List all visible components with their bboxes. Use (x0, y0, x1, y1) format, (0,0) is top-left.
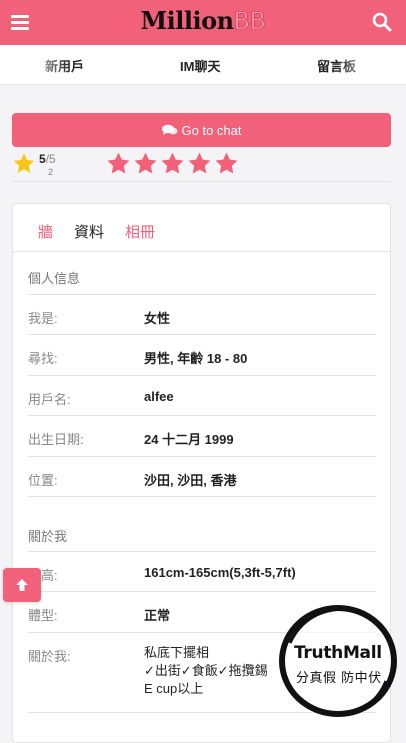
birthdate-value: 24 十二月 1999 (144, 432, 234, 447)
location-label: 位置: (28, 473, 58, 488)
row-divider (28, 415, 376, 416)
row-divider (28, 496, 376, 497)
tab-wall[interactable]: 牆 (38, 221, 53, 242)
nav-bar: 新用戶 IM聊天 留言板 (0, 45, 406, 85)
nav-item-new-users[interactable]: 新用戶 (45, 56, 84, 75)
rating-star-icon[interactable] (187, 151, 212, 176)
rating-star-icon[interactable] (214, 151, 239, 176)
row-divider (28, 375, 376, 376)
rating-count: 2 (48, 167, 54, 177)
scroll-to-top-button[interactable] (3, 568, 41, 602)
search-icon[interactable] (372, 12, 392, 32)
location-value: 沙田, 沙田, 香港 (144, 473, 237, 488)
go-to-chat-button[interactable]: Go to chat (12, 113, 391, 147)
tab-profile[interactable]: 資料 (74, 221, 104, 242)
height-value: 161cm-165cm(5,3ft-5,7ft) (144, 565, 296, 580)
about-me-label: 關於我: (28, 649, 71, 664)
body-type-label: 體型: (28, 608, 58, 623)
row-divider (28, 334, 376, 335)
birthdate-label: 出生日期: (28, 432, 84, 447)
arrow-up-icon (16, 579, 28, 591)
rating-star-icon[interactable] (106, 151, 131, 176)
personal-info-title: 個人信息 (28, 271, 81, 286)
looking-for-label: 尋找: (28, 351, 58, 366)
row-divider (28, 551, 376, 552)
row-divider (28, 294, 376, 295)
rating-stars[interactable] (106, 151, 239, 176)
looking-for-value: 男性, 年齡 18 - 80 (144, 351, 248, 366)
about-me-title: 關於我 (28, 529, 68, 544)
tab-album[interactable]: 相冊 (125, 221, 155, 242)
row-divider (28, 591, 376, 592)
top-bar (0, 0, 406, 45)
rating-star-icon[interactable] (133, 151, 158, 176)
go-to-chat-label: Go to chat (181, 122, 242, 138)
row-divider (28, 456, 376, 457)
rating-score: 5/5 (39, 152, 56, 166)
watermark-brand: TruthMall (294, 643, 382, 663)
rating-score-value: 5 (39, 152, 46, 166)
body-type-value: 正常 (144, 608, 171, 623)
gender-label: 我是: (28, 311, 58, 326)
watermark-slogan: 分真假 防中伏 (296, 671, 382, 686)
summary-star-icon (13, 153, 35, 173)
rating-star-icon[interactable] (160, 151, 185, 176)
comments-icon (161, 124, 177, 135)
rating-divider (12, 181, 391, 182)
rating-score-max: /5 (45, 152, 56, 166)
nav-item-message-board[interactable]: 留言板 (317, 56, 356, 75)
row-divider (28, 712, 376, 713)
username-value: alfee (144, 389, 174, 404)
profile-tabs: 牆 資料 相冊 (13, 204, 390, 252)
hamburger-menu-icon[interactable] (11, 15, 29, 30)
username-label: 用戶名: (28, 392, 71, 407)
nav-item-im-chat[interactable]: IM聊天 (180, 56, 220, 75)
row-divider (28, 632, 376, 633)
gender-value: 女性 (144, 311, 171, 326)
